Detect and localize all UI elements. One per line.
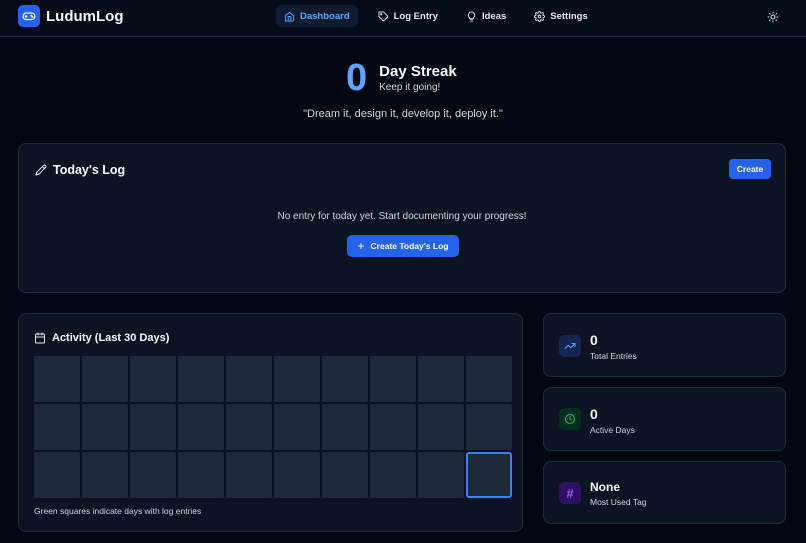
activity-day-cell[interactable]: [370, 404, 416, 450]
activity-day-cell[interactable]: [130, 404, 176, 450]
todays-log-heading: Today's Log: [35, 163, 125, 177]
gamepad-icon: [18, 5, 40, 27]
activity-day-cell[interactable]: [226, 356, 272, 402]
motivational-quote: "Dream it, design it, develop it, deploy…: [303, 108, 503, 120]
sun-icon: [767, 11, 779, 23]
activity-day-cell[interactable]: [34, 404, 80, 450]
calendar-icon: [35, 332, 45, 344]
trending-up-icon: [559, 335, 581, 357]
nav-dashboard-label: Dashboard: [300, 10, 350, 22]
create-todays-log-button[interactable]: + Create Today's Log: [347, 235, 459, 257]
activity-day-cell[interactable]: [178, 404, 224, 450]
activity-day-cell[interactable]: [418, 356, 464, 402]
activity-title: Activity (Last 30 Days): [52, 332, 170, 344]
create-button[interactable]: Create: [729, 159, 771, 179]
activity-day-cell[interactable]: [322, 452, 368, 498]
empty-log-message: No entry for today yet. Start documentin…: [277, 211, 527, 222]
nav-settings[interactable]: Settings: [526, 5, 595, 27]
app-logo[interactable]: LudumLog: [18, 5, 123, 27]
streak-subtitle: Keep it going!: [379, 82, 441, 93]
home-icon: [284, 11, 295, 22]
most-used-tag-value: None: [590, 480, 620, 494]
tag-icon: [378, 10, 388, 21]
nav-settings-label: Settings: [550, 10, 588, 22]
hash-icon: #: [559, 482, 581, 504]
pencil-icon: [35, 164, 47, 176]
streak-count: 0: [346, 57, 368, 99]
activity-day-cell[interactable]: [274, 452, 320, 498]
activity-day-cell[interactable]: [370, 356, 416, 402]
create-todays-log-label: Create Today's Log: [370, 241, 449, 251]
activity-day-cell[interactable]: [418, 452, 464, 498]
activity-day-cell[interactable]: [226, 404, 272, 450]
app-title: LudumLog: [46, 7, 124, 25]
activity-day-cell[interactable]: [418, 404, 464, 450]
activity-day-cell[interactable]: [34, 356, 80, 402]
total-entries-value: 0: [590, 332, 598, 348]
top-bar: LudumLog Dashboard Log Entry Ideas Setti…: [0, 0, 806, 37]
active-days-label: Active Days: [590, 425, 635, 435]
streak-title: Day Streak: [379, 63, 457, 80]
activity-day-cell-today[interactable]: [466, 452, 512, 498]
most-used-tag-label: Most Used Tag: [590, 497, 647, 507]
main-nav: Dashboard Log Entry Ideas Settings: [276, 5, 608, 27]
activity-day-cell[interactable]: [274, 356, 320, 402]
total-entries-label: Total Entries: [590, 351, 637, 361]
stat-most-used-tag: # None Most Used Tag: [543, 461, 786, 524]
lightbulb-icon: [467, 10, 476, 22]
clock-icon: [559, 408, 581, 430]
active-days-value: 0: [590, 406, 598, 422]
streak-text: Day Streak Keep it going!: [379, 63, 457, 93]
activity-day-cell[interactable]: [82, 356, 128, 402]
activity-day-cell[interactable]: [34, 452, 80, 498]
activity-day-cell[interactable]: [370, 452, 416, 498]
activity-day-cell[interactable]: [226, 452, 272, 498]
activity-day-cell[interactable]: [466, 356, 512, 402]
activity-day-cell[interactable]: [322, 404, 368, 450]
activity-day-cell[interactable]: [322, 356, 368, 402]
activity-day-cell[interactable]: [82, 452, 128, 498]
nav-dashboard[interactable]: Dashboard: [276, 5, 358, 27]
nav-ideas-label: Ideas: [481, 10, 507, 22]
activity-legend-note: Green squares indicate days with log ent…: [34, 506, 202, 516]
gear-icon: [534, 10, 546, 22]
nav-ideas[interactable]: Ideas: [458, 5, 514, 27]
activity-heading: Activity (Last 30 Days): [34, 332, 169, 344]
todays-log-title: Today's Log: [53, 163, 126, 177]
nav-log-entry-label: Log Entry: [393, 10, 438, 22]
stat-active-days: 0 Active Days: [543, 387, 786, 451]
activity-day-cell[interactable]: [178, 452, 224, 498]
nav-log-entry[interactable]: Log Entry: [370, 5, 446, 27]
todays-log-card: Today's Log Create No entry for today ye…: [18, 143, 786, 293]
streak-display: 0 Day Streak Keep it going!: [346, 58, 457, 98]
activity-day-cell[interactable]: [466, 404, 512, 450]
activity-day-cell[interactable]: [274, 404, 320, 450]
activity-day-cell[interactable]: [82, 404, 128, 450]
activity-card: Activity (Last 30 Days) Green squares in…: [18, 313, 523, 532]
activity-grid: [34, 356, 512, 498]
activity-day-cell[interactable]: [130, 452, 176, 498]
plus-icon: +: [357, 239, 365, 253]
theme-toggle-button[interactable]: [765, 9, 781, 25]
stat-total-entries: 0 Total Entries: [543, 313, 786, 377]
activity-day-cell[interactable]: [178, 356, 224, 402]
activity-day-cell[interactable]: [130, 356, 176, 402]
